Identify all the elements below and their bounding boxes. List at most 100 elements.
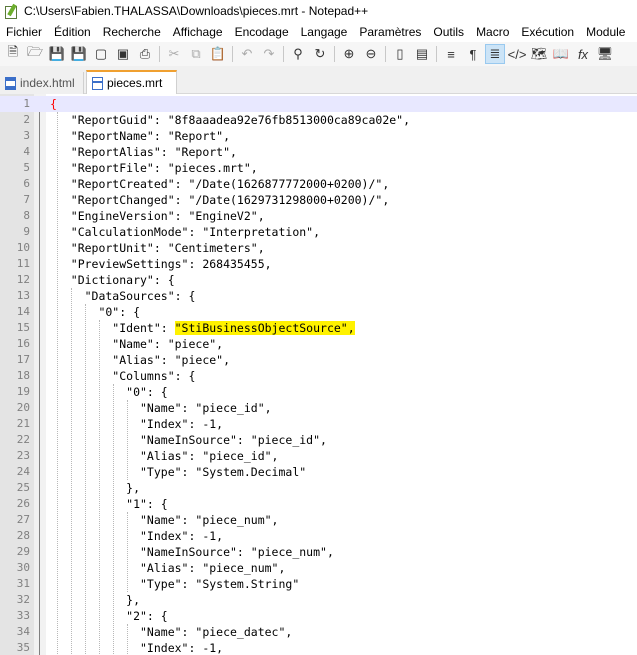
code-line[interactable]: 10 "ReportUnit": "Centimeters", (0, 240, 637, 256)
copy-icon[interactable]: ⧉ (187, 45, 205, 63)
save-icon[interactable]: 💾 (48, 45, 66, 63)
code-line[interactable]: 28 "Index": -1, (0, 528, 637, 544)
menu-affichage[interactable]: Affichage (167, 22, 229, 42)
cut-icon[interactable]: ✂ (165, 45, 183, 63)
zoom-in-icon[interactable]: ⊕ (340, 45, 358, 63)
monitor-icon[interactable]: 🖥 (596, 45, 614, 63)
tab-label: pieces.mrt (107, 76, 163, 90)
line-number: 19 (16, 385, 30, 398)
code-line[interactable]: 16 "Name": "piece", (0, 336, 637, 352)
redo-icon[interactable]: ↷ (260, 45, 278, 63)
replace-icon[interactable]: ↻ (311, 45, 329, 63)
code-line[interactable]: 19 "0": { (0, 384, 637, 400)
code-editor[interactable]: 1{2 "ReportGuid": "8f8aaadea92e76fb85130… (0, 94, 637, 655)
line-number: 25 (16, 481, 30, 494)
tab-label: index.html (20, 76, 75, 90)
code-text: "ReportUnit": "Centimeters", (50, 240, 265, 256)
menu-recherche[interactable]: Recherche (97, 22, 167, 42)
wrap-icon[interactable]: ▤ (413, 45, 431, 63)
line-number: 34 (16, 625, 30, 638)
code-text: "Name": "piece_datec", (50, 624, 292, 640)
word-wrap-icon[interactable]: ≡ (442, 45, 460, 63)
code-token: "0": { (50, 385, 168, 399)
menu-fichier[interactable]: Fichier (0, 22, 48, 42)
code-line[interactable]: 1{ (0, 96, 637, 112)
code-line[interactable]: 14 "0": { (0, 304, 637, 320)
code-line[interactable]: 15 "Ident": "StiBusinessObjectSource", (0, 320, 637, 336)
code-line[interactable]: 5 "ReportFile": "pieces.mrt", (0, 160, 637, 176)
line-number: 10 (16, 241, 30, 254)
code-token: "ReportCreated": "/Date(1626877772000+02… (50, 177, 390, 191)
code-line[interactable]: 32 }, (0, 592, 637, 608)
code-line[interactable]: 34 "Name": "piece_datec", (0, 624, 637, 640)
line-number: 20 (16, 401, 30, 414)
code-line[interactable]: 2 "ReportGuid": "8f8aaadea92e76fb8513000… (0, 112, 637, 128)
print-icon[interactable]: ⎙ (136, 45, 154, 63)
code-line[interactable]: 27 "Name": "piece_num", (0, 512, 637, 528)
menu-langage[interactable]: Langage (295, 22, 354, 42)
fx-icon[interactable]: fx (574, 45, 592, 63)
code-line[interactable]: 21 "Index": -1, (0, 416, 637, 432)
save-all-icon[interactable]: 💾 (70, 45, 88, 63)
line-number: 7 (23, 193, 30, 206)
open-file-icon[interactable]: 🗁 (26, 44, 44, 63)
menu-bar: Fichier Édition Recherche Affichage Enco… (0, 22, 637, 42)
code-line[interactable]: 4 "ReportAlias": "Report", (0, 144, 637, 160)
code-line[interactable]: 25 }, (0, 480, 637, 496)
code-token: "Type": "System.Decimal" (50, 465, 307, 479)
code-line[interactable]: 12 "Dictionary": { (0, 272, 637, 288)
code-text: "Name": "piece_id", (50, 400, 272, 416)
code-line[interactable]: 20 "Name": "piece_id", (0, 400, 637, 416)
xml-tag-icon[interactable]: </> (508, 45, 527, 63)
code-text: "0": { (50, 304, 140, 320)
paste-icon[interactable]: 📋 (209, 45, 227, 63)
code-line[interactable]: 3 "ReportName": "Report", (0, 128, 637, 144)
code-line[interactable]: 26 "1": { (0, 496, 637, 512)
tab-pieces-mrt[interactable]: pieces.mrt (86, 70, 177, 94)
menu-outils[interactable]: Outils (427, 22, 470, 42)
code-line[interactable]: 13 "DataSources": { (0, 288, 637, 304)
menu-execution[interactable]: Exécution (515, 22, 580, 42)
code-line[interactable]: 6 "ReportCreated": "/Date(1626877772000+… (0, 176, 637, 192)
code-line[interactable]: 8 "EngineVersion": "EngineV2", (0, 208, 637, 224)
sync-scroll-icon[interactable]: ▯ (391, 45, 409, 63)
code-line[interactable]: 22 "NameInSource": "piece_id", (0, 432, 637, 448)
code-token: }, (50, 593, 141, 607)
close-all-icon[interactable]: ▣ (114, 45, 132, 63)
doc-map-icon[interactable]: 🗺 (530, 45, 548, 63)
line-number: 26 (16, 497, 30, 510)
code-line[interactable]: 30 "Alias": "piece_num", (0, 560, 637, 576)
new-file-icon[interactable]: 🗎 (4, 44, 22, 63)
code-line[interactable]: 11 "PreviewSettings": 268435455, (0, 256, 637, 272)
code-line[interactable]: 33 "2": { (0, 608, 637, 624)
code-line[interactable]: 24 "Type": "System.Decimal" (0, 464, 637, 480)
show-all-chars-icon[interactable]: ¶ (464, 45, 482, 63)
indent-guide-icon[interactable]: ≣ (485, 44, 505, 64)
code-line[interactable]: 23 "Alias": "piece_id", (0, 448, 637, 464)
line-number: 33 (16, 609, 30, 622)
toolbar-separator (159, 46, 160, 62)
code-line[interactable]: 7 "ReportChanged": "/Date(1629731298000+… (0, 192, 637, 208)
close-icon[interactable]: ▢ (92, 45, 110, 63)
function-list-icon[interactable]: 📖 (552, 45, 570, 63)
tab-index-html[interactable]: index.html (0, 72, 84, 94)
code-line[interactable]: 9 "CalculationMode": "Interpretation", (0, 224, 637, 240)
code-line[interactable]: 17 "Alias": "piece", (0, 352, 637, 368)
code-token: "Name": "piece_datec", (50, 625, 293, 639)
menu-parametres[interactable]: Paramètres (353, 22, 427, 42)
menu-macro[interactable]: Macro (470, 22, 515, 42)
code-line[interactable]: 29 "NameInSource": "piece_num", (0, 544, 637, 560)
line-number: 15 (16, 321, 30, 334)
undo-icon[interactable]: ↶ (238, 45, 256, 63)
code-line[interactable]: 18 "Columns": { (0, 368, 637, 384)
file-icon (92, 76, 103, 90)
code-line[interactable]: 31 "Type": "System.String" (0, 576, 637, 592)
zoom-out-icon[interactable]: ⊖ (362, 45, 380, 63)
menu-edition[interactable]: Édition (48, 22, 97, 42)
code-line[interactable]: 35 "Index": -1, (0, 640, 637, 655)
find-icon[interactable]: ⚲ (289, 45, 307, 63)
menu-encodage[interactable]: Encodage (229, 22, 295, 42)
menu-module[interactable]: Module (580, 22, 631, 42)
title-bar: C:\Users\Fabien.THALASSA\Downloads\piece… (0, 0, 637, 22)
line-number: 27 (16, 513, 30, 526)
